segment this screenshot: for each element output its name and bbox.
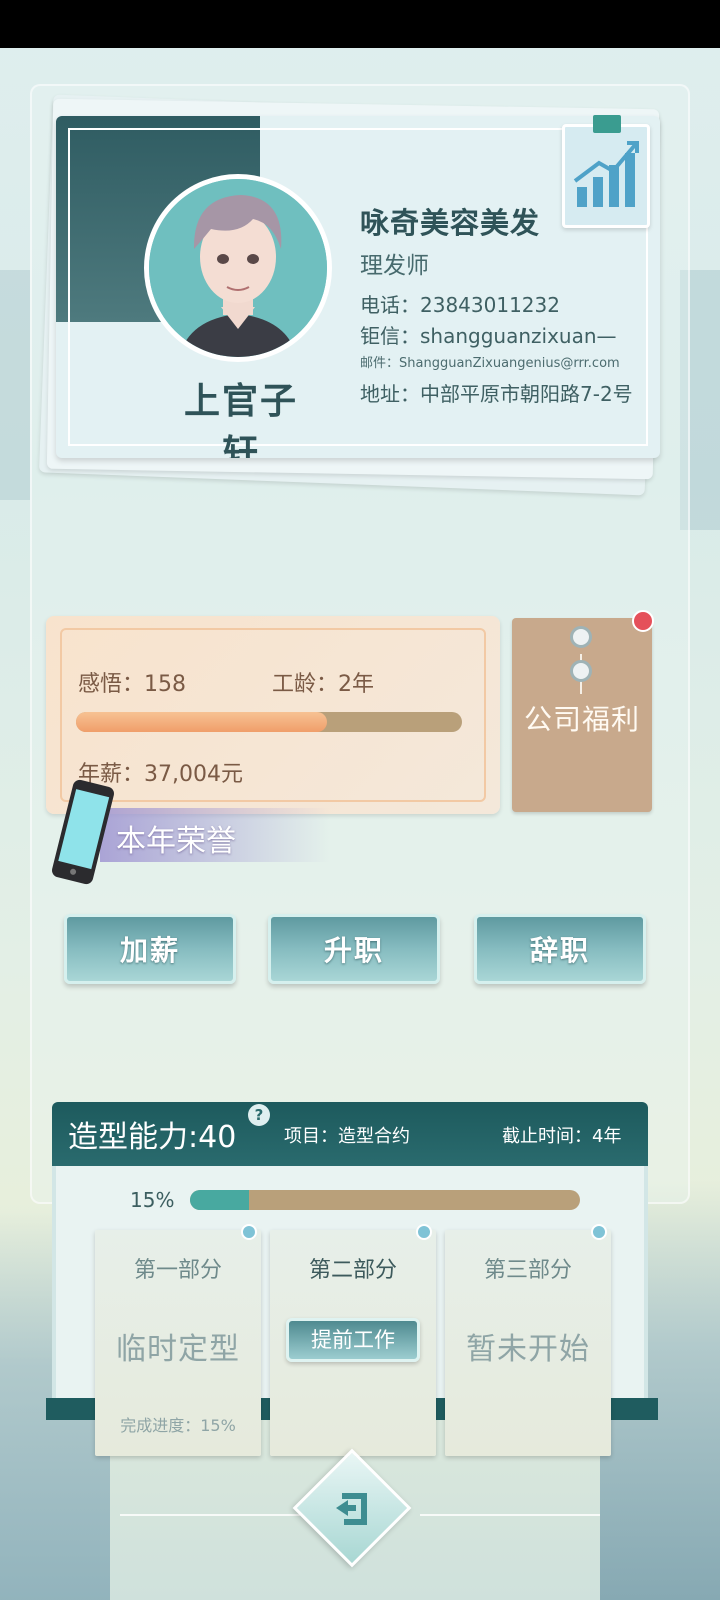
work-early-button[interactable]: 提前工作 bbox=[286, 1318, 420, 1362]
status-bar bbox=[0, 0, 720, 48]
pin-icon bbox=[416, 1224, 432, 1240]
part-status: 暂未开始 bbox=[466, 1332, 590, 1367]
part-progress: 完成进度：15% bbox=[120, 1416, 236, 1435]
clip-icon bbox=[593, 115, 621, 133]
notification-dot bbox=[632, 610, 654, 632]
help-icon[interactable]: ? bbox=[248, 1104, 270, 1126]
part-card-2: 第二部分 提前工作 bbox=[270, 1224, 436, 1456]
address: 地址：中部平原市朝阳路7-2号 bbox=[360, 382, 633, 406]
company-welfare-button[interactable]: 公司福利 bbox=[512, 618, 652, 812]
promote-button[interactable]: 升职 bbox=[268, 914, 440, 984]
raise-salary-button[interactable]: 加薪 bbox=[64, 914, 236, 984]
work-age-value: 工龄：2年 bbox=[272, 672, 374, 697]
avatar bbox=[144, 174, 332, 362]
pin-icon bbox=[241, 1224, 257, 1240]
company-welfare-label: 公司福利 bbox=[523, 703, 640, 736]
experience-progress-fill bbox=[76, 712, 327, 732]
project-label: 项目：造型合约 bbox=[284, 1126, 410, 1147]
back-icon[interactable] bbox=[330, 1486, 376, 1532]
pin-icon bbox=[591, 1224, 607, 1240]
insight-value: 感悟：158 bbox=[78, 672, 186, 697]
envelope-knob-icon bbox=[570, 660, 592, 682]
person-name: 上官子轩 bbox=[183, 381, 298, 458]
phone-icon[interactable] bbox=[48, 776, 118, 888]
company-name: 咏奇美容美发 bbox=[360, 206, 541, 240]
part-title: 第一部分 bbox=[133, 1258, 222, 1283]
part-status: 临时定型 bbox=[116, 1332, 240, 1367]
honor-label: 本年荣誉 bbox=[116, 824, 236, 859]
deadline-label: 截止时间：4年 bbox=[502, 1126, 622, 1147]
part-title: 第二部分 bbox=[308, 1258, 397, 1283]
footer-divider bbox=[120, 1514, 300, 1516]
part-title: 第三部分 bbox=[483, 1258, 572, 1283]
skill-percent-label: 15% bbox=[130, 1188, 175, 1212]
skill-progress-bar bbox=[190, 1190, 580, 1210]
chart-icon[interactable] bbox=[562, 115, 650, 228]
skill-title: 造型能力:40 bbox=[68, 1120, 237, 1155]
part-card-1: 第一部分 临时定型 完成进度：15% bbox=[95, 1224, 261, 1456]
phone-number: 电话：23843011232 bbox=[360, 293, 560, 317]
resign-button[interactable]: 辞职 bbox=[474, 914, 646, 984]
wechat-id: 钜信：shangguanzixuan— bbox=[360, 324, 617, 348]
part-card-3: 第三部分 暂未开始 bbox=[445, 1224, 611, 1456]
email-address: 邮件：ShangguanZixuangenius@rrr.com bbox=[360, 356, 620, 371]
envelope-knob-icon bbox=[570, 626, 592, 648]
job-title: 理发师 bbox=[360, 253, 429, 279]
skill-progress-fill bbox=[190, 1190, 249, 1210]
footer-divider bbox=[420, 1514, 600, 1516]
experience-progress-bar bbox=[76, 712, 462, 732]
background-building bbox=[0, 270, 30, 500]
